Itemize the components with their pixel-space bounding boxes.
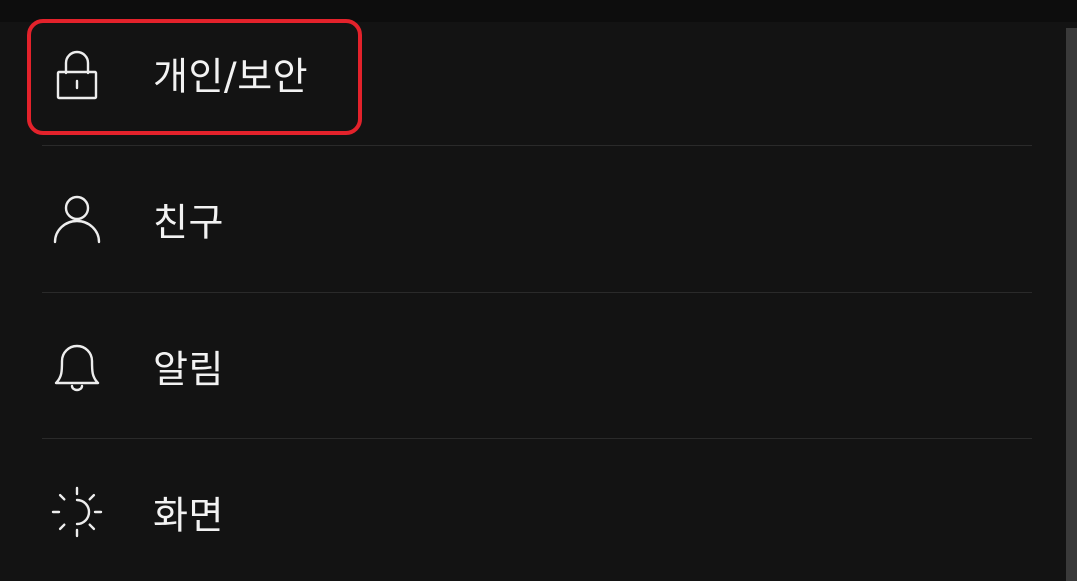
lock-icon [50,46,104,100]
menu-item-label: 친구 [153,200,224,245]
menu-item-friends[interactable]: 친구 [42,146,1032,292]
scrollbar[interactable] [1066,28,1077,581]
settings-page: 개인/보안 친구 알림 화면 [0,0,1077,581]
bell-icon [50,339,104,393]
menu-item-label: 알림 [153,347,224,392]
menu-item-display[interactable]: 화면 [42,439,1032,581]
person-icon [50,192,104,246]
menu-item-privacy-security[interactable]: 개인/보안 [42,0,1032,146]
menu-item-label: 화면 [153,493,224,538]
brightness-icon [50,485,104,539]
menu-item-notifications[interactable]: 알림 [42,293,1032,439]
menu-item-label: 개인/보안 [153,54,309,99]
